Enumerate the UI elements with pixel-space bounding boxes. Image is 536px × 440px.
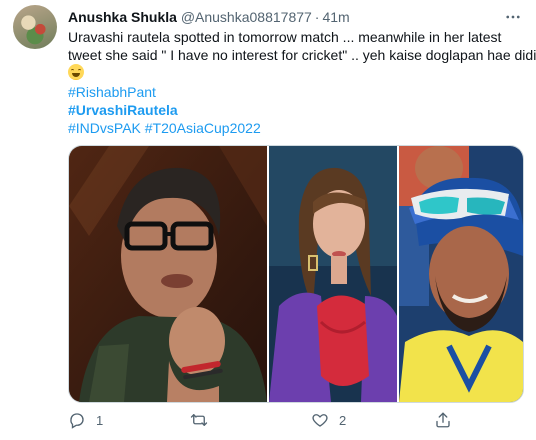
- tweet-header: Anushka Shukla @Anushka08817877 · 41m: [68, 8, 350, 26]
- reply-icon: [70, 413, 84, 429]
- tweet-media[interactable]: [68, 145, 524, 403]
- tweet-text-line: Uravashi rautela spotted in tomorrow mat…: [68, 29, 502, 45]
- like-count: 2: [339, 412, 347, 428]
- cricketer-with-sunglasses-photo[interactable]: [399, 146, 523, 402]
- tweet-text-line: tweet she said " I have no interest for …: [68, 47, 536, 63]
- retweet-icon: [190, 414, 208, 426]
- share-icon: [436, 412, 450, 428]
- heart-icon: [312, 414, 328, 427]
- reply-count: 1: [96, 412, 104, 428]
- reply-button[interactable]: 1: [68, 410, 103, 430]
- hashtag-link[interactable]: #INDvsPAK #T20AsiaCup2022: [68, 119, 261, 137]
- author-name[interactable]: Anushka Shukla: [68, 9, 177, 25]
- hashtag-link[interactable]: #UrvashiRautela: [68, 101, 261, 119]
- hashtag-list: #RishabhPant #UrvashiRautela #INDvsPAK #…: [68, 83, 261, 137]
- avatar[interactable]: [13, 5, 57, 49]
- separator-dot: ·: [314, 9, 320, 25]
- man-with-glasses-photo[interactable]: [69, 146, 267, 402]
- more-options-icon[interactable]: [504, 8, 522, 26]
- tweet[interactable]: Anushka Shukla @Anushka08817877 · 41m Urav…: [0, 0, 536, 440]
- hashtag-link[interactable]: #RishabhPant: [68, 83, 261, 101]
- grinning-sweat-emoji-icon: [68, 64, 84, 80]
- author-handle[interactable]: @Anushka08817877: [181, 9, 312, 25]
- action-bar: 1 2: [68, 410, 524, 430]
- share-button[interactable]: [434, 410, 452, 430]
- tweet-timestamp[interactable]: 41m: [322, 9, 349, 25]
- woman-in-purple-photo[interactable]: [269, 146, 397, 402]
- retweet-button[interactable]: [190, 410, 218, 430]
- like-button[interactable]: 2: [311, 410, 346, 430]
- tweet-text: Uravashi rautela spotted in tomorrow mat…: [68, 28, 536, 82]
